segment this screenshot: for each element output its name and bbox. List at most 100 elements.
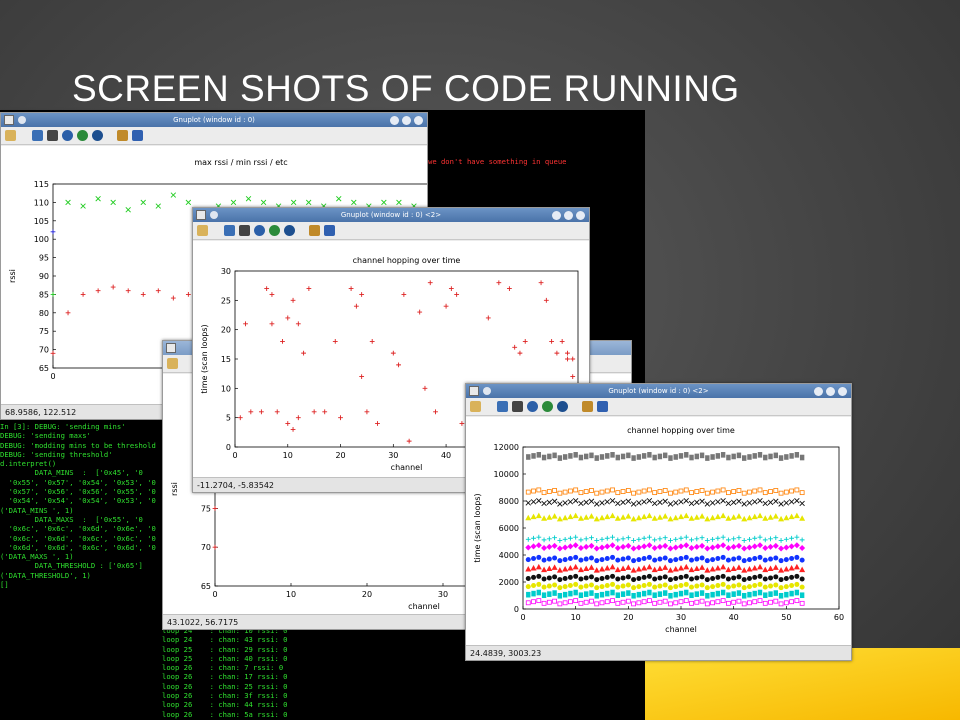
- settings-icon[interactable]: [309, 225, 320, 236]
- data-point: [599, 536, 605, 542]
- minimize-icon[interactable]: [552, 210, 561, 220]
- window-menu-icon[interactable]: [483, 387, 491, 395]
- data-point: [714, 564, 721, 571]
- help-icon[interactable]: [597, 401, 608, 412]
- help-icon[interactable]: [324, 225, 335, 236]
- x-axis-label: channel: [408, 602, 440, 611]
- data-point: [557, 585, 563, 591]
- replot-icon[interactable]: [497, 401, 508, 412]
- zoom-prev-icon[interactable]: [62, 130, 73, 141]
- grid-icon[interactable]: [47, 130, 58, 141]
- data-point: [610, 452, 615, 458]
- data-point: [657, 591, 663, 597]
- data-point: [525, 566, 532, 572]
- maximize-icon[interactable]: [402, 115, 411, 125]
- settings-icon[interactable]: [117, 130, 128, 141]
- data-point: [593, 515, 600, 522]
- zoom-next-icon[interactable]: [77, 130, 88, 141]
- data-point: [636, 500, 642, 506]
- data-point: [620, 565, 627, 571]
- copy-icon[interactable]: [197, 225, 208, 236]
- data-point: [338, 415, 343, 421]
- data-point: [573, 573, 579, 579]
- window-title: Gnuplot (window id : 0) <2>: [340, 211, 442, 219]
- data-point: [615, 600, 621, 606]
- close-icon[interactable]: [414, 115, 423, 125]
- data-point: [657, 453, 663, 460]
- autoscale-icon[interactable]: [284, 225, 295, 236]
- data-point: [636, 600, 642, 606]
- data-point: [704, 538, 710, 543]
- minimize-icon[interactable]: [814, 386, 823, 396]
- data-point: [594, 585, 600, 591]
- data-point: [557, 455, 563, 461]
- data-point: [295, 415, 301, 421]
- data-point: [731, 453, 736, 460]
- maximize-icon[interactable]: [564, 210, 573, 220]
- terminal-line: loop 25 : chan: 40 rssi: 0: [162, 653, 288, 663]
- data-point: [546, 599, 552, 605]
- data-point: [767, 543, 774, 550]
- window-titlebar[interactable]: Gnuplot (window id : 0) <2>: [193, 208, 589, 222]
- data-point: [710, 536, 715, 542]
- data-point: [704, 601, 710, 607]
- data-point: [630, 567, 637, 573]
- grid-icon[interactable]: [239, 225, 250, 236]
- replot-icon[interactable]: [224, 225, 235, 236]
- data-point: [588, 542, 595, 549]
- close-icon[interactable]: [838, 386, 847, 396]
- data-point: [625, 542, 632, 549]
- data-point: [752, 599, 758, 605]
- data-point: [525, 557, 531, 563]
- plot-canvas[interactable]: channel hopping over time 0 10 20 30 40 50 60 0 2…: [466, 417, 851, 645]
- window-menu-icon[interactable]: [18, 116, 26, 124]
- terminal-line: DEBUG: 'sending maxs': [0, 431, 91, 441]
- copy-icon[interactable]: [470, 401, 481, 412]
- data-point: [526, 591, 531, 598]
- data-point: [746, 557, 752, 563]
- gnuplot-window-hopping-large[interactable]: Gnuplot (window id : 0) <2> channel hopp…: [465, 383, 852, 661]
- autoscale-icon[interactable]: [557, 401, 568, 412]
- terminal-line: loop 24 : chan: 43 rssi: 0: [162, 635, 288, 645]
- data-point: [726, 454, 731, 461]
- window-titlebar[interactable]: Gnuplot (window id : 0) <2>: [466, 384, 851, 398]
- data-point: [631, 577, 637, 583]
- data-point: [573, 554, 579, 560]
- data-point: [747, 600, 752, 606]
- zoom-prev-icon[interactable]: [527, 401, 538, 412]
- window-menu-icon[interactable]: [210, 211, 218, 219]
- autoscale-icon[interactable]: [92, 130, 103, 141]
- zoom-prev-icon[interactable]: [254, 225, 265, 236]
- data-point: [615, 490, 621, 496]
- window-titlebar[interactable]: Gnuplot (window id : 0): [1, 113, 427, 127]
- minimize-icon[interactable]: [390, 115, 399, 125]
- zoom-next-icon[interactable]: [269, 225, 280, 236]
- data-point: [631, 538, 636, 543]
- data-point: [773, 590, 778, 596]
- data-point: [699, 498, 705, 504]
- zoom-next-icon[interactable]: [542, 401, 553, 412]
- data-point: [348, 286, 354, 291]
- terminal-top-message: we don't have something in queue: [428, 157, 567, 166]
- data-point: [799, 490, 805, 496]
- data-point: [636, 489, 642, 495]
- help-icon[interactable]: [132, 130, 143, 141]
- replot-icon[interactable]: [32, 130, 43, 141]
- data-point: [688, 500, 695, 507]
- copy-icon[interactable]: [167, 358, 178, 369]
- data-point: [699, 582, 705, 588]
- data-point: [541, 557, 547, 563]
- data-point: [793, 542, 800, 549]
- close-icon[interactable]: [576, 210, 585, 220]
- settings-icon[interactable]: [582, 401, 593, 412]
- maximize-icon[interactable]: [826, 386, 835, 396]
- data-point: [630, 501, 637, 507]
- grid-icon[interactable]: [512, 401, 523, 412]
- data-point: [620, 583, 626, 589]
- data-point: [673, 454, 678, 460]
- data-point: [715, 583, 721, 589]
- copy-icon[interactable]: [5, 130, 16, 141]
- slide-title: SCREEN SHOTS OF CODE RUNNING: [72, 68, 740, 109]
- hopping-chart-large: channel hopping over time 0 10 20 30 40 50 60 0 2…: [473, 426, 844, 634]
- data-point: [604, 556, 610, 562]
